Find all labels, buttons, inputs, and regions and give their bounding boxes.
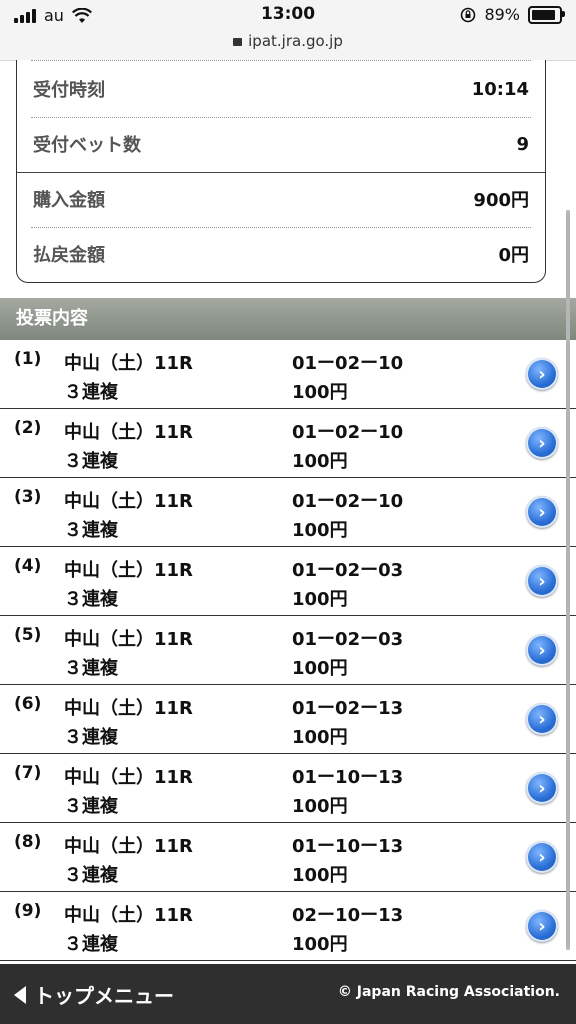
summary-label: 受付ベット数 (33, 135, 141, 156)
bet-row[interactable]: (3) 中山（土）11R ３連複 01ー02ー10 100円 › (0, 478, 576, 547)
bet-amount: 100円 (292, 727, 348, 748)
summary-label: 払戻金額 (33, 245, 105, 266)
bet-course: 中山（土）11R (64, 836, 193, 857)
bet-number: (8) (14, 832, 42, 852)
chevron-right-icon[interactable]: › (526, 841, 558, 873)
bet-number: (3) (14, 487, 42, 507)
summary-label: 購入金額 (33, 190, 105, 211)
bet-course: 中山（土）11R (64, 698, 193, 719)
summary-row-time: 受付時刻 10:14 (33, 62, 529, 116)
bet-combination: 01ー10ー13 (292, 767, 404, 788)
orientation-lock-icon (461, 7, 476, 22)
bet-number: (1) (14, 349, 42, 369)
bet-combination: 01ー10ー13 (292, 836, 404, 857)
summary-row-purchase: 購入金額 900円 (33, 172, 529, 226)
bet-row[interactable]: (9) 中山（土）11R ３連複 02ー10ー13 100円 › (0, 892, 576, 961)
bet-row[interactable]: (1) 中山（土）11R ３連複 01ー02ー10 100円 › (0, 340, 576, 409)
bet-type: ３連複 (64, 796, 118, 817)
bet-type: ３連複 (64, 589, 118, 610)
bet-number: (7) (14, 763, 42, 783)
bet-amount: 100円 (292, 451, 348, 472)
bet-type: ３連複 (64, 451, 118, 472)
chevron-right-icon[interactable]: › (526, 565, 558, 597)
bet-amount: 100円 (292, 658, 348, 679)
summary-value: 0円 (498, 245, 529, 266)
summary-value: 9 (516, 133, 529, 155)
bet-number: (5) (14, 625, 42, 645)
summary-row-payout: 払戻金額 0円 (33, 227, 529, 281)
bet-combination: 01ー02ー03 (292, 560, 404, 581)
bet-course: 中山（土）11R (64, 629, 193, 650)
copyright: © Japan Racing Association. (337, 984, 560, 1000)
battery-percent: 89% (484, 5, 520, 24)
url-bar[interactable]: ipat.jra.go.jp (0, 32, 576, 50)
summary-row-bet-count: 受付ベット数 9 (33, 117, 529, 171)
scrollbar[interactable] (566, 210, 570, 950)
bet-row[interactable]: (7) 中山（土）11R ３連複 01ー10ー13 100円 › (0, 754, 576, 823)
bet-combination: 01ー02ー03 (292, 629, 404, 650)
bet-row[interactable]: (6) 中山（土）11R ３連複 01ー02ー13 100円 › (0, 685, 576, 754)
bet-type: ３連複 (64, 520, 118, 541)
chevron-right-icon[interactable]: › (526, 496, 558, 528)
bet-number: (4) (14, 556, 42, 576)
bet-row[interactable]: (5) 中山（土）11R ３連複 01ー02ー03 100円 › (0, 616, 576, 685)
chevron-right-icon[interactable]: › (526, 427, 558, 459)
url-text: ipat.jra.go.jp (248, 32, 343, 50)
section-header: 投票内容 (0, 298, 576, 340)
bet-course: 中山（土）11R (64, 905, 193, 926)
bet-course: 中山（土）11R (64, 353, 193, 374)
bet-course: 中山（土）11R (64, 422, 193, 443)
bet-type: ３連複 (64, 382, 118, 403)
bet-amount: 100円 (292, 382, 348, 403)
chevron-right-icon[interactable]: › (526, 910, 558, 942)
chevron-right-icon[interactable]: › (526, 703, 558, 735)
bet-type: ３連複 (64, 658, 118, 679)
bet-row[interactable]: (2) 中山（土）11R ３連複 01ー02ー10 100円 › (0, 409, 576, 478)
bet-course: 中山（土）11R (64, 767, 193, 788)
bet-number: (6) (14, 694, 42, 714)
chevron-right-icon[interactable]: › (526, 358, 558, 390)
bet-combination: 01ー02ー10 (292, 422, 404, 443)
bet-type: ３連複 (64, 865, 118, 886)
bet-type: ３連複 (64, 727, 118, 748)
bet-row[interactable]: (4) 中山（土）11R ３連複 01ー02ー03 100円 › (0, 547, 576, 616)
chevron-right-icon[interactable]: › (526, 772, 558, 804)
bet-row[interactable]: (8) 中山（土）11R ３連複 01ー10ー13 100円 › (0, 823, 576, 892)
summary-label: 受付時刻 (33, 80, 105, 101)
bet-type: ３連複 (64, 934, 118, 955)
footer-bar: トップメニュー © Japan Racing Association. (0, 964, 576, 1024)
bet-number: (2) (14, 418, 42, 438)
bet-amount: 100円 (292, 520, 348, 541)
bet-course: 中山（土）11R (64, 560, 193, 581)
receipt-summary: 受付時刻 10:14 受付ベット数 9 購入金額 900円 払戻金額 0円 (16, 60, 546, 283)
bet-amount: 100円 (292, 865, 348, 886)
summary-value: 10:14 (471, 78, 529, 100)
summary-value: 900円 (473, 190, 529, 211)
bet-number: (9) (14, 901, 42, 921)
bet-course: 中山（土）11R (64, 491, 193, 512)
bet-amount: 100円 (292, 589, 348, 610)
chevron-right-icon[interactable]: › (526, 634, 558, 666)
status-bar: au 13:00 89% ipat.jra.go.jp (0, 0, 576, 61)
bet-amount: 100円 (292, 796, 348, 817)
bet-list: (1) 中山（土）11R ３連複 01ー02ー10 100円 › (2) 中山（… (0, 340, 576, 961)
top-menu-label: トップメニュー (34, 984, 174, 1008)
lock-icon (233, 38, 243, 46)
top-menu-link[interactable]: トップメニュー (14, 980, 174, 1009)
bet-combination: 01ー02ー10 (292, 353, 404, 374)
bet-combination: 01ー02ー13 (292, 698, 404, 719)
back-arrow-icon (14, 985, 26, 1004)
bet-combination: 01ー02ー10 (292, 491, 404, 512)
bet-combination: 02ー10ー13 (292, 905, 404, 926)
battery-icon (528, 5, 565, 24)
status-right: 89% (460, 5, 565, 24)
bet-amount: 100円 (292, 934, 348, 955)
